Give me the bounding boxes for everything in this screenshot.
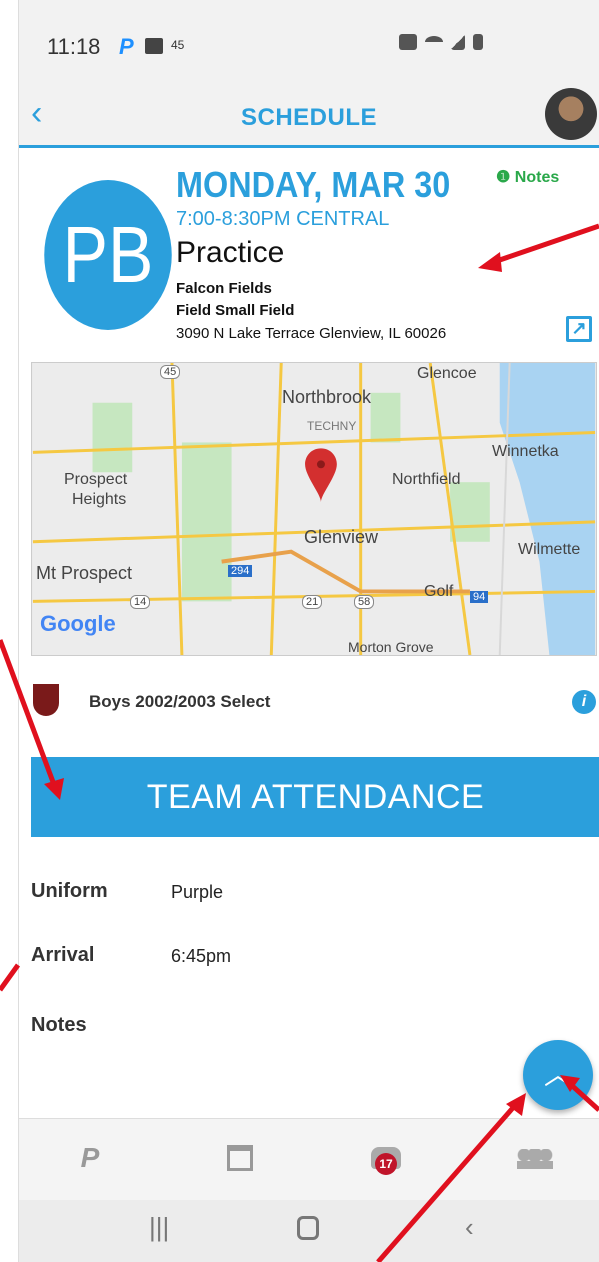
notes-link[interactable]: ❶ Notes	[496, 167, 559, 187]
recent-apps-icon[interactable]: |||	[149, 1212, 169, 1243]
inbox-badge: 17	[375, 1153, 397, 1175]
uniform-value: Purple	[171, 882, 224, 902]
map-label: Northbrook	[282, 387, 372, 407]
highway-shield-icon: 58	[354, 595, 375, 609]
home-icon[interactable]	[297, 1216, 319, 1240]
arrival-value: 6:45pm	[171, 946, 232, 966]
map-label: Glenview	[304, 527, 379, 547]
map-label: Winnetka	[492, 443, 559, 460]
event-field: Field Small Field	[176, 302, 295, 319]
info-icon[interactable]: i	[572, 690, 596, 714]
map-label: Heights	[72, 491, 127, 508]
tab-team[interactable]	[517, 1141, 553, 1175]
open-external-icon[interactable]: ↗	[566, 316, 592, 342]
app-logo-icon: P	[119, 34, 134, 59]
highway-shield-icon: 21	[302, 595, 323, 609]
team-crest-icon	[33, 684, 59, 716]
map-label: Mt Prospect	[36, 563, 133, 583]
calendar-icon	[227, 1145, 253, 1171]
battery-icon	[473, 34, 483, 50]
location-map[interactable]: Glencoe Northbrook TECHNY Winnetka Prosp…	[31, 362, 597, 656]
user-avatar[interactable]	[545, 88, 597, 140]
map-label: Wilmette	[518, 541, 581, 558]
status-time: 11:18	[47, 34, 101, 59]
status-temperature: 45	[171, 38, 185, 52]
highway-shield-icon: 94	[470, 591, 489, 603]
app-header: ‹ SCHEDULE	[19, 88, 599, 148]
signal-icon	[451, 34, 465, 50]
map-label: TECHNY	[307, 419, 357, 433]
highway-shield-icon: 294	[228, 565, 253, 577]
highway-shield-icon: 14	[130, 595, 151, 609]
event-venue: Falcon Fields	[176, 280, 272, 297]
bottom-tab-bar: P 17	[19, 1118, 599, 1200]
notes-label: Notes	[514, 169, 560, 186]
status-bar: 11:18 P 45	[19, 0, 599, 88]
android-nav-bar: ||| ‹	[19, 1200, 599, 1262]
event-address: 3090 N Lake Terrace Glenview, IL 60026	[176, 325, 447, 342]
gallery-icon	[145, 38, 163, 54]
back-nav-icon[interactable]: ‹	[465, 1212, 474, 1243]
alarm-icon	[399, 34, 417, 50]
page-title: SCHEDULE	[240, 104, 377, 131]
team-attendance-button[interactable]: TEAM ATTENDANCE	[31, 757, 599, 837]
team-initials-avatar: PB	[44, 180, 172, 330]
info-circle-icon: ❶	[496, 169, 511, 186]
notes-detail-label: Notes	[31, 1014, 87, 1036]
map-label: Morton Grove	[348, 639, 434, 655]
scroll-top-button[interactable]: ︿	[523, 1040, 593, 1110]
people-icon	[517, 1149, 553, 1169]
chevron-up-icon: ︿	[543, 1059, 572, 1090]
status-right-icons	[399, 34, 483, 50]
event-date: MONDAY, MAR 30	[176, 164, 451, 205]
uniform-label: Uniform	[31, 880, 108, 902]
map-label: Golf	[424, 583, 454, 600]
highway-shield-icon: 45	[160, 365, 181, 379]
tab-home[interactable]: P	[73, 1141, 107, 1175]
map-label: Prospect	[64, 471, 128, 488]
google-logo-text: Google	[40, 611, 116, 636]
app-logo-icon: P	[80, 1142, 100, 1173]
map-label: Glencoe	[417, 365, 477, 382]
team-row[interactable]: Boys 2002/2003 Select i	[19, 676, 599, 732]
map-label: Northfield	[392, 471, 461, 488]
team-name: Boys 2002/2003 Select	[89, 692, 271, 711]
wifi-icon	[425, 36, 443, 48]
google-logo: Google	[40, 611, 116, 637]
event-time: 7:00-8:30PM CENTRAL	[176, 208, 390, 230]
arrival-label: Arrival	[31, 944, 95, 966]
event-type: Practice	[176, 236, 285, 269]
tab-calendar[interactable]	[223, 1141, 257, 1175]
app-frame: 11:18 P 45 ‹ SCHEDULE PB MONDAY, MAR 30 …	[18, 0, 599, 1262]
